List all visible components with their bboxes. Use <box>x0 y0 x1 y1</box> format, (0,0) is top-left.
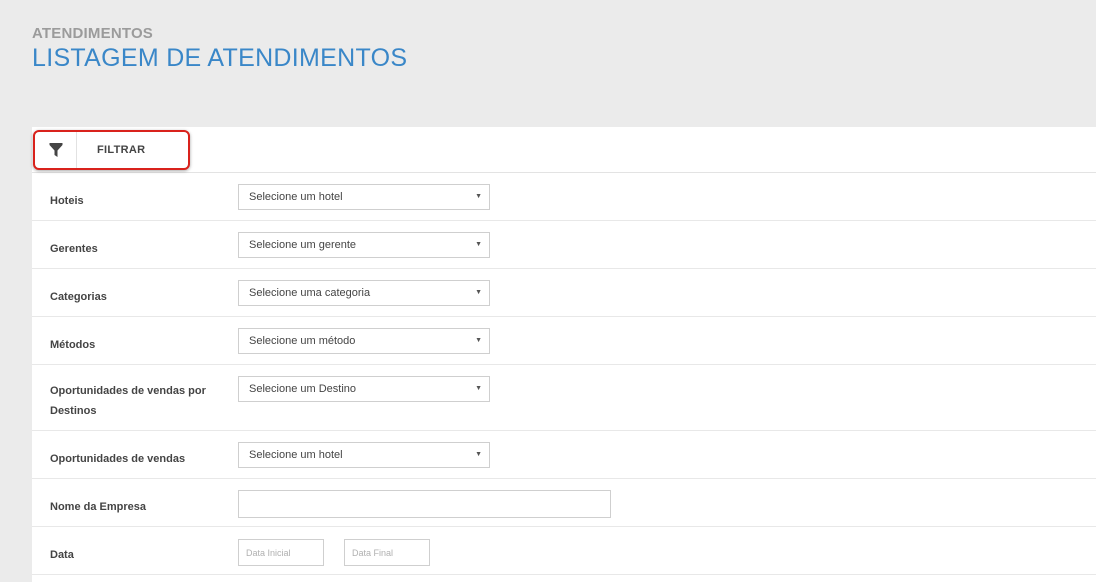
page-title: LISTAGEM DE ATENDIMENTOS <box>32 44 408 72</box>
categorias-select-value: Selecione uma categoria <box>249 287 371 299</box>
data-label: Data <box>50 549 74 561</box>
end-date-input[interactable] <box>344 539 430 566</box>
chevron-down-icon: ▼ <box>475 193 482 200</box>
funnel-icon <box>35 132 77 168</box>
empresa-input[interactable] <box>238 490 611 518</box>
metodos-label: Métodos <box>50 339 96 351</box>
page-header: ATENDIMENTOS LISTAGEM DE ATENDIMENTOS <box>32 25 407 73</box>
filter-row-gerentes: Gerentes Selecione um gerente ▼ <box>32 221 1096 269</box>
filter-row-hoteis: Hoteis Selecione um hotel ▼ <box>32 173 1096 221</box>
gerentes-label: Gerentes <box>50 243 98 255</box>
filter-toggle-button[interactable]: FILTRAR <box>33 130 190 170</box>
filter-row-data: Data <box>32 527 1096 575</box>
chevron-down-icon: ▼ <box>475 385 482 392</box>
hoteis-select[interactable]: Selecione um hotel ▼ <box>238 184 490 210</box>
filter-row-empresa: Nome da Empresa <box>32 479 1096 527</box>
chevron-down-icon: ▼ <box>475 337 482 344</box>
filter-row-categorias: Categorias Selecione uma categoria ▼ <box>32 269 1096 317</box>
filter-panel: FILTRAR Hoteis Selecione um hotel ▼ Gere… <box>32 127 1096 582</box>
metodos-select-value: Selecione um método <box>249 335 356 347</box>
categorias-select[interactable]: Selecione uma categoria ▼ <box>238 280 490 306</box>
destino-select-value: Selecione um Destino <box>249 383 357 395</box>
chevron-down-icon: ▼ <box>475 289 482 296</box>
filter-bar: FILTRAR <box>32 127 1096 173</box>
filter-label: FILTRAR <box>97 144 146 156</box>
empresa-label: Nome da Empresa <box>50 501 146 513</box>
oportunidades-label: Oportunidades de vendas <box>50 453 186 465</box>
section-label: ATENDIMENTOS <box>32 25 154 42</box>
destino-select[interactable]: Selecione um Destino ▼ <box>238 376 490 402</box>
oportunidades-select[interactable]: Selecione um hotel ▼ <box>238 442 490 468</box>
filter-row-oportunidades: Oportunidades de vendas Selecione um hot… <box>32 431 1096 479</box>
hoteis-select-value: Selecione um hotel <box>249 191 343 203</box>
filter-row-metodos: Métodos Selecione um método ▼ <box>32 317 1096 365</box>
chevron-down-icon: ▼ <box>475 451 482 458</box>
chevron-down-icon: ▼ <box>475 241 482 248</box>
oportunidades-destinos-label: Oportunidades de vendas por Destinos <box>50 385 206 417</box>
filter-row-oportunidades-destinos: Oportunidades de vendas por Destinos Sel… <box>32 365 1096 431</box>
categorias-label: Categorias <box>50 291 107 303</box>
gerentes-select[interactable]: Selecione um gerente ▼ <box>238 232 490 258</box>
metodos-select[interactable]: Selecione um método ▼ <box>238 328 490 354</box>
hoteis-label: Hoteis <box>50 195 84 207</box>
start-date-input[interactable] <box>238 539 324 566</box>
gerentes-select-value: Selecione um gerente <box>249 239 357 251</box>
oportunidades-select-value: Selecione um hotel <box>249 449 343 461</box>
